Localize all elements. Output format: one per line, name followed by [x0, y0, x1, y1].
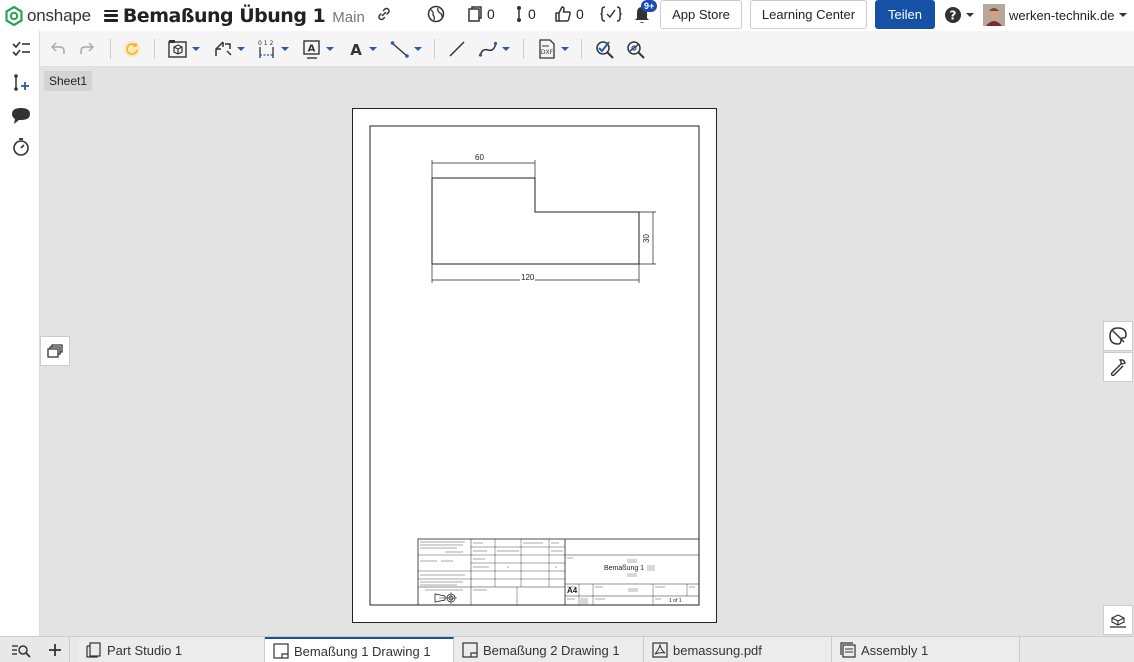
- top-bar: onshape Bemaßung Übung 1 Main 0 0 0 9+ A…: [0, 0, 1134, 31]
- svg-text:A: A: [350, 41, 362, 59]
- part-studio-icon: [86, 642, 101, 658]
- tab-bemassung-2-drawing-1[interactable]: Bemaßung 2 Drawing 1: [454, 637, 644, 662]
- feature-list-icon[interactable]: [11, 40, 31, 58]
- app-store-button[interactable]: App Store: [660, 0, 742, 29]
- svg-text:DXF: DXF: [541, 49, 554, 56]
- avatar: [983, 4, 1005, 26]
- share-button[interactable]: Teilen: [875, 0, 935, 29]
- drawing-canvas: [369, 125, 700, 606]
- svg-text:0 1 2: 0 1 2: [258, 40, 273, 47]
- link-icon[interactable]: [376, 6, 392, 22]
- versions-count: 0: [487, 6, 495, 22]
- update-icon[interactable]: [122, 39, 142, 59]
- dimension-tool[interactable]: 0 1 2: [257, 39, 289, 59]
- dimension-120[interactable]: 120: [520, 273, 536, 282]
- timer-icon[interactable]: [11, 137, 31, 157]
- drawing-icon: [462, 642, 478, 658]
- add-tab-button[interactable]: [40, 637, 70, 662]
- annotation-tool[interactable]: A: [302, 39, 334, 59]
- tab-bemassung-1-drawing-1[interactable]: Bemaßung 1 Drawing 1: [265, 637, 454, 662]
- document-title[interactable]: Bemaßung Übung 1: [123, 5, 326, 27]
- user-menu[interactable]: werken-technik.de: [983, 4, 1127, 26]
- svg-text:?: ?: [950, 9, 957, 23]
- thumbs-up-icon: [555, 6, 571, 22]
- tab-part-studio-1[interactable]: Part Studio 1: [78, 637, 265, 662]
- import-dxf-tool[interactable]: DXF: [537, 39, 569, 59]
- wrench-icon: [1110, 359, 1126, 376]
- versions-indicator[interactable]: 0: [466, 5, 495, 23]
- dimension-60[interactable]: 60: [474, 153, 485, 162]
- learning-center-button[interactable]: Learning Center: [750, 0, 867, 29]
- title-block-part-name: Bemaßung 1: [604, 565, 645, 572]
- tab-label: Bemaßung 2 Drawing 1: [483, 642, 620, 658]
- plus-icon: [48, 644, 61, 656]
- stack-icon: [47, 344, 63, 358]
- versions-icon: [468, 6, 482, 22]
- branches-count: 0: [528, 6, 536, 22]
- left-rail: [0, 31, 40, 636]
- assembly-icon: [840, 642, 856, 658]
- dimension-icon: 0 1 2: [258, 40, 274, 58]
- tab-bemassung-pdf[interactable]: bemassung.pdf: [644, 637, 832, 662]
- app-name: onshape: [27, 5, 91, 25]
- insert-part-icon[interactable]: [11, 73, 31, 93]
- featurescript-icon[interactable]: [600, 5, 622, 23]
- user-name: werken-technik.de: [1009, 7, 1115, 23]
- check-icon[interactable]: [595, 39, 615, 59]
- projected-view-tool[interactable]: [213, 39, 245, 59]
- tab-label: Part Studio 1: [107, 642, 183, 658]
- toolbar: 0 1 2 A A DXF: [40, 31, 1134, 67]
- title-block-sheet: 1 of 1: [669, 598, 682, 604]
- notifications-button[interactable]: 9+: [633, 0, 658, 25]
- line-icon[interactable]: [447, 39, 467, 59]
- undo-icon[interactable]: [51, 41, 65, 55]
- likes-count: 0: [576, 6, 584, 22]
- redo-icon[interactable]: [80, 41, 94, 55]
- menu-icon[interactable]: [103, 9, 118, 22]
- leader-tool[interactable]: [390, 39, 422, 59]
- comments-icon[interactable]: [11, 107, 31, 125]
- projected-view-icon: [215, 41, 232, 56]
- appearance-panel-button[interactable]: [1103, 321, 1133, 351]
- palette-icon: [1109, 327, 1127, 345]
- onshape-logo-icon: [5, 5, 23, 26]
- views-icon: [1110, 614, 1126, 628]
- tab-assembly-1[interactable]: Assembly 1: [832, 637, 1020, 662]
- view-cube-button[interactable]: [1103, 605, 1133, 635]
- drawing-icon: [273, 643, 289, 659]
- pdf-icon: [652, 642, 668, 658]
- help-icon: ?: [945, 7, 961, 23]
- dxf-file-icon: DXF: [539, 39, 555, 59]
- spline-icon: [478, 41, 498, 57]
- insert-view-icon: [168, 40, 187, 58]
- onshape-logo[interactable]: onshape: [5, 5, 91, 26]
- callout-icon: A: [303, 40, 320, 59]
- drawing-sheet[interactable]: 60 30 120 Bemaßung 1 A4 1 of 1: [352, 108, 717, 623]
- text-icon: A: [350, 41, 362, 59]
- text-tool[interactable]: A: [347, 39, 377, 59]
- document-branch[interactable]: Main: [332, 9, 365, 26]
- title-block-size: A4: [567, 586, 578, 595]
- tab-search-icon[interactable]: [11, 642, 31, 658]
- tab-label: bemassung.pdf: [673, 642, 762, 658]
- views-panel-button[interactable]: [40, 336, 70, 366]
- branch-icon: [517, 6, 521, 22]
- insert-view-tool[interactable]: [168, 39, 200, 59]
- dimension-30[interactable]: 30: [642, 234, 651, 243]
- leader-line-icon: [390, 41, 409, 58]
- globe-icon[interactable]: [427, 5, 445, 23]
- tab-label: Assembly 1: [861, 642, 929, 658]
- tab-bar: Part Studio 1 Bemaßung 1 Drawing 1 Bemaß…: [0, 636, 1134, 662]
- tab-label: Bemaßung 1 Drawing 1: [294, 643, 431, 659]
- sheet-tab[interactable]: Sheet1: [44, 71, 93, 91]
- spline-tool[interactable]: [478, 39, 510, 59]
- likes-indicator[interactable]: 0: [553, 4, 584, 24]
- inspect-icon[interactable]: [626, 39, 646, 59]
- title-block[interactable]: [417, 538, 700, 606]
- help-button[interactable]: ?: [944, 6, 974, 24]
- svg-text:A: A: [308, 44, 316, 55]
- notifications-badge: 9+: [641, 0, 658, 12]
- properties-panel-button[interactable]: [1103, 352, 1133, 382]
- branches-indicator[interactable]: 0: [513, 5, 536, 23]
